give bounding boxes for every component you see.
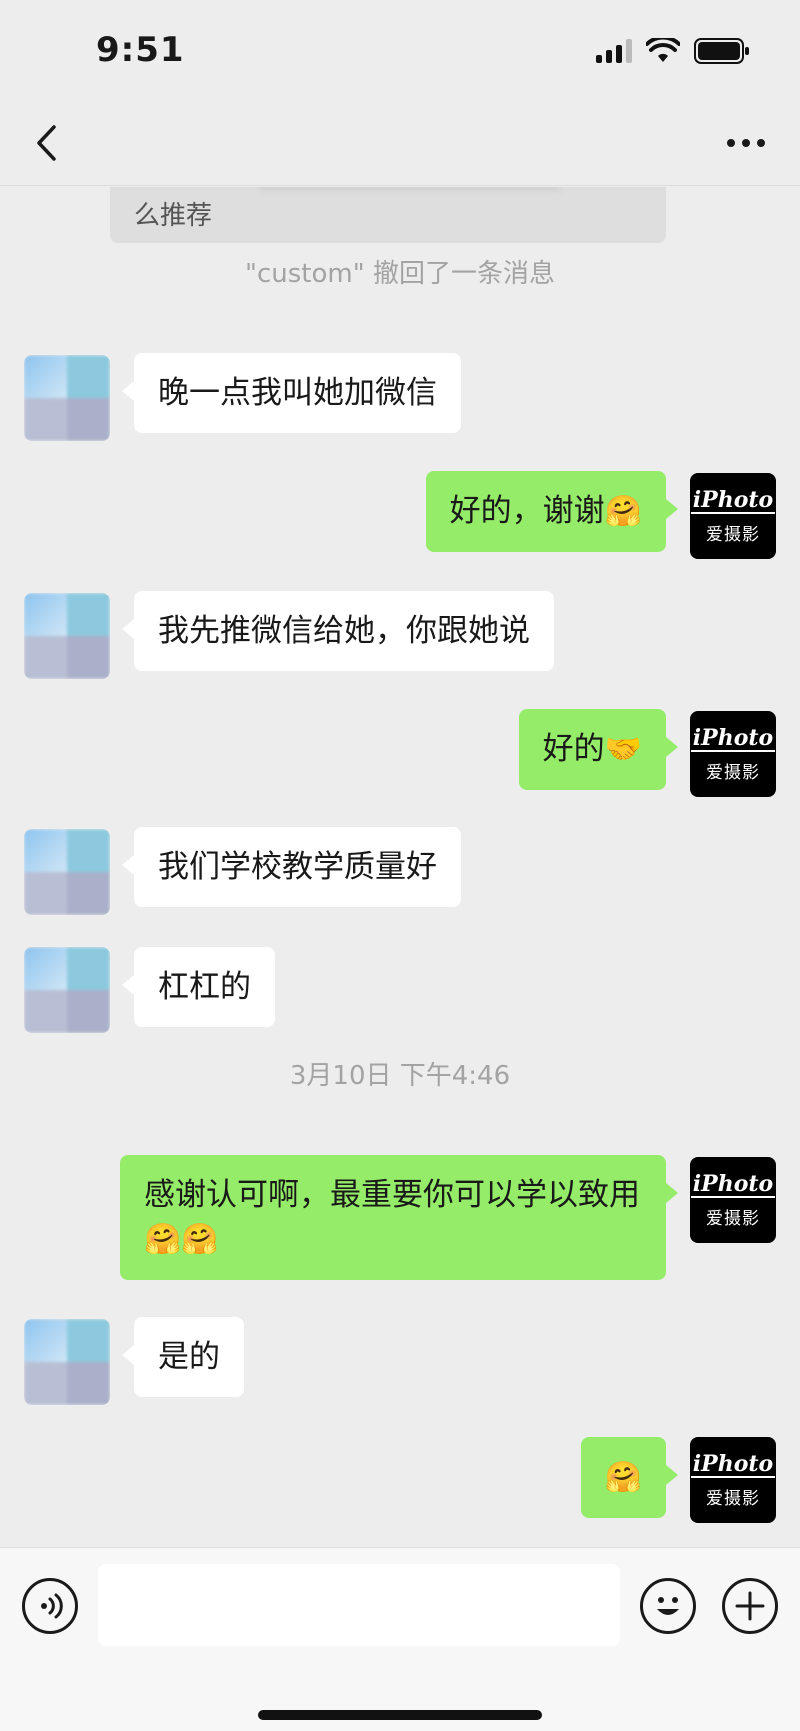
timestamp: 3月10日 下午4:46	[289, 1061, 511, 1091]
quoted-message[interactable]: 么推荐	[110, 187, 666, 243]
plus-button[interactable]	[722, 1578, 778, 1634]
status-time: 9:51	[96, 30, 185, 70]
avatar[interactable]: iPhoto 爱摄影	[690, 711, 776, 797]
message-bubble[interactable]: 好的🤝	[518, 709, 679, 790]
message-bubble[interactable]: 好的，谢谢🤗	[425, 471, 679, 552]
avatar[interactable]: iPhoto 爱摄影	[690, 1157, 776, 1243]
home-indicator	[258, 1710, 542, 1720]
recall-notice: "custom" 撤回了一条消息	[245, 259, 555, 289]
smiley-icon	[657, 1597, 679, 1615]
avatar[interactable]	[24, 829, 110, 915]
message-bubble[interactable]: 感谢认可啊，最重要你可以学以致用 🤗🤗	[120, 1155, 678, 1280]
handshake-emoji: 🤝	[604, 732, 642, 767]
hug-emoji: 🤗	[604, 494, 642, 529]
message-bubble[interactable]: 我们学校教学质量好	[122, 827, 461, 907]
nav-bar	[0, 100, 800, 186]
status-bar: 9:51	[0, 0, 800, 100]
avatar[interactable]: iPhoto 爱摄影	[690, 473, 776, 559]
battery-icon	[694, 38, 749, 64]
quoted-text: 么推荐	[134, 201, 213, 231]
message-bubble[interactable]: 🤗	[580, 1437, 679, 1518]
chat-screen: 9:51 么推荐 "custom" 撤回了一条消息 晚一点我叫她加微信 iPho…	[0, 0, 800, 1731]
emoji-button[interactable]	[640, 1578, 696, 1634]
plus-icon	[735, 1591, 765, 1621]
back-button[interactable]	[26, 118, 66, 168]
hug-emoji: 🤗🤗	[144, 1222, 219, 1257]
message-list[interactable]: 么推荐 "custom" 撤回了一条消息 晚一点我叫她加微信 iPhoto 爱摄…	[0, 187, 800, 1547]
message-bubble[interactable]: 杠杠的	[122, 947, 275, 1027]
hug-emoji: 🤗	[604, 1460, 642, 1495]
message-text: 好的，谢谢	[449, 493, 605, 529]
message-text: 好的	[542, 731, 605, 767]
message-bubble[interactable]: 晚一点我叫她加微信	[122, 353, 461, 433]
status-icons	[596, 38, 750, 64]
more-dots-icon	[727, 139, 765, 147]
cellular-signal-icon	[596, 39, 632, 63]
chevron-left-icon	[37, 125, 56, 161]
message-text: 感谢认可啊，最重要你可以学以致用	[144, 1177, 640, 1213]
more-button[interactable]	[718, 118, 774, 168]
avatar[interactable]	[24, 947, 110, 1033]
avatar[interactable]	[24, 355, 110, 441]
message-input[interactable]	[98, 1564, 620, 1646]
voice-icon	[41, 1593, 63, 1619]
avatar[interactable]	[24, 1319, 110, 1405]
avatar[interactable]: iPhoto 爱摄影	[690, 1437, 776, 1523]
avatar[interactable]	[24, 593, 110, 679]
voice-button[interactable]	[22, 1578, 78, 1634]
message-bubble[interactable]: 我先推微信给她，你跟她说	[122, 591, 554, 671]
wifi-icon	[646, 38, 680, 62]
message-bubble[interactable]: 是的	[122, 1317, 244, 1397]
input-bar	[0, 1547, 800, 1731]
